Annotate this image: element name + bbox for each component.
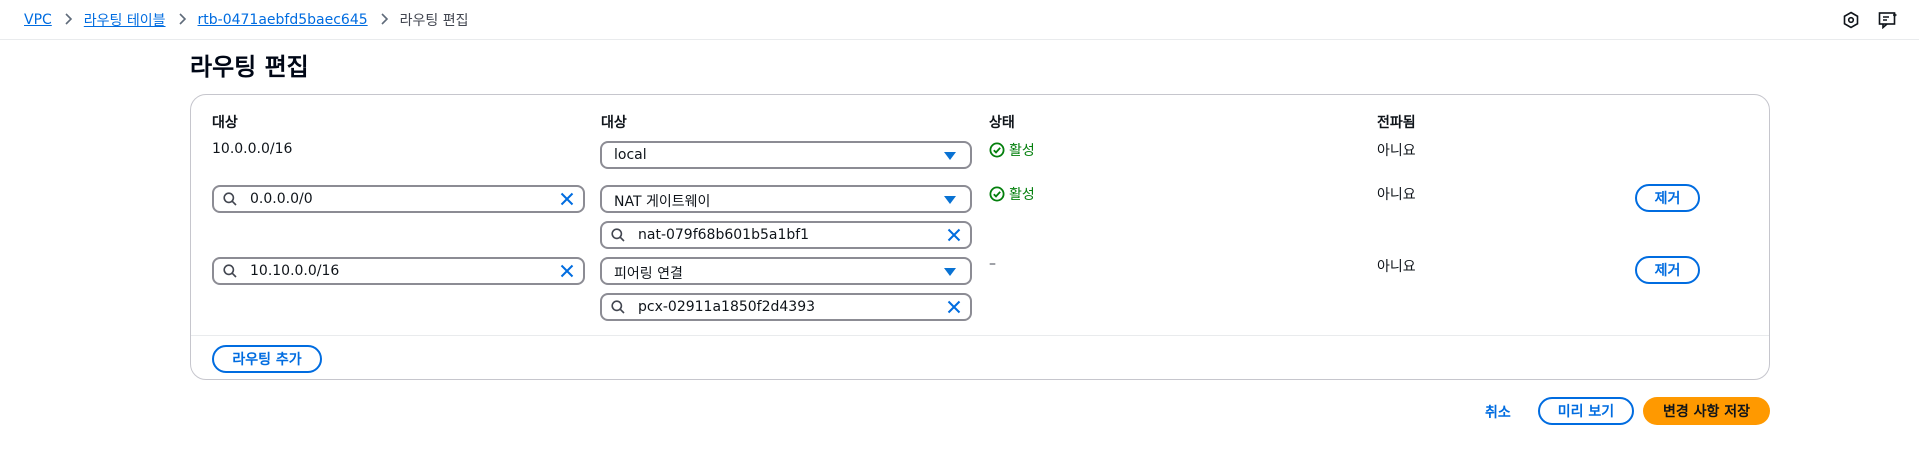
add-route-button[interactable]: 라우팅 추가 [212, 345, 322, 373]
route-3-status: – [989, 256, 996, 272]
breadcrumb-route-table-link[interactable]: rtb-0471aebfd5baec645 [198, 12, 368, 28]
column-header-destination: 대상 [212, 115, 238, 131]
route-2-remove-button[interactable]: 제거 [1635, 184, 1700, 212]
route-1-propagated: 아니요 [1377, 143, 1416, 159]
chevron-right-icon [368, 11, 400, 29]
route-3-propagated: 아니요 [1377, 259, 1416, 275]
cancel-button[interactable]: 취소 [1485, 402, 1511, 422]
search-icon [611, 228, 625, 242]
route-3-destination-input[interactable]: 10.10.0.0/16 [212, 257, 585, 285]
route-3-destination-value: 10.10.0.0/16 [250, 263, 340, 279]
route-1-status: 활성 [989, 140, 1035, 160]
route-2-status-text: 활성 [1009, 187, 1035, 203]
caret-down-icon [944, 196, 956, 204]
clear-icon[interactable] [559, 263, 575, 279]
route-2-target-select[interactable]: NAT 게이트웨이 [600, 185, 972, 213]
route-2-status: 활성 [989, 184, 1035, 204]
caret-down-icon [944, 268, 956, 276]
search-icon [223, 192, 237, 206]
feedback-icon[interactable] [1877, 9, 1899, 31]
panel-divider [191, 335, 1769, 336]
route-2-target-id-value: nat-079f68b601b5a1bf1 [638, 227, 810, 243]
breadcrumb: VPC 라우팅 테이블 rtb-0471aebfd5baec645 라우팅 편집 [24, 10, 469, 30]
search-icon [223, 264, 237, 278]
status-success-icon [989, 186, 1005, 202]
page-title: 라우팅 편집 [190, 53, 309, 81]
save-changes-button[interactable]: 변경 사항 저장 [1643, 397, 1770, 425]
clear-icon[interactable] [946, 299, 962, 315]
column-header-status: 상태 [989, 115, 1015, 131]
route-3-target-id-input[interactable]: pcx-02911a1850f2d4393 [600, 293, 972, 321]
caret-down-icon [944, 152, 956, 160]
top-navigation-bar: VPC 라우팅 테이블 rtb-0471aebfd5baec645 라우팅 편집 [0, 0, 1919, 40]
routes-panel: 대상 대상 상태 전파됨 10.0.0.0/16 local 활성 아니요 0.… [190, 94, 1770, 380]
route-3-remove-button[interactable]: 제거 [1635, 256, 1700, 284]
route-2-propagated: 아니요 [1377, 187, 1416, 203]
column-header-propagated: 전파됨 [1377, 115, 1416, 131]
route-1-destination: 10.0.0.0/16 [212, 141, 293, 157]
preview-button[interactable]: 미리 보기 [1538, 397, 1634, 425]
route-1-target-value: local [614, 147, 647, 163]
route-1-target-select[interactable]: local [600, 141, 972, 169]
breadcrumb-current: 라우팅 편집 [399, 13, 469, 29]
chevron-right-icon [52, 11, 84, 29]
route-2-destination-input[interactable]: 0.0.0.0/0 [212, 185, 585, 213]
route-2-target-value: NAT 게이트웨이 [614, 194, 711, 210]
search-icon [611, 300, 625, 314]
breadcrumb-route-tables-link[interactable]: 라우팅 테이블 [84, 10, 166, 30]
route-1-status-text: 활성 [1009, 143, 1035, 159]
chevron-right-icon [166, 11, 198, 29]
route-3-target-value: 피어링 연결 [614, 266, 683, 282]
clear-icon[interactable] [946, 227, 962, 243]
column-header-target: 대상 [601, 115, 627, 131]
route-3-target-id-value: pcx-02911a1850f2d4393 [638, 299, 816, 315]
route-2-target-id-input[interactable]: nat-079f68b601b5a1bf1 [600, 221, 972, 249]
settings-hex-icon[interactable] [1840, 9, 1862, 31]
status-success-icon [989, 142, 1005, 158]
route-2-destination-value: 0.0.0.0/0 [250, 191, 313, 207]
route-3-target-select[interactable]: 피어링 연결 [600, 257, 972, 285]
clear-icon[interactable] [559, 191, 575, 207]
breadcrumb-vpc-link[interactable]: VPC [24, 12, 52, 28]
